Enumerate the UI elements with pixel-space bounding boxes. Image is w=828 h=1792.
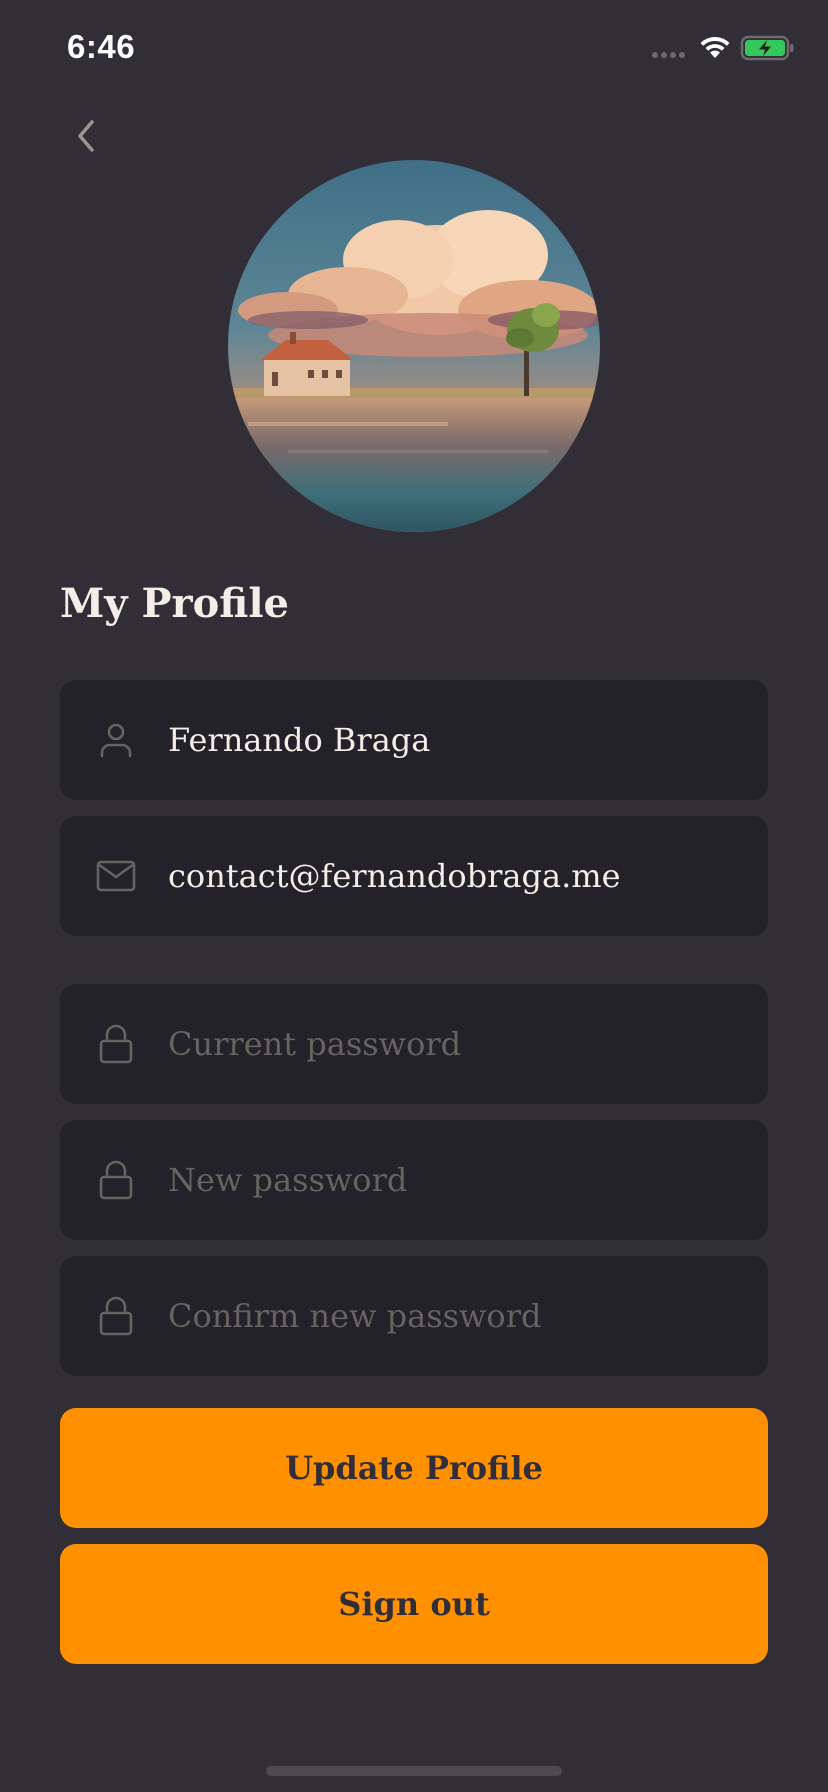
back-button[interactable] (64, 112, 108, 160)
lock-icon (96, 1024, 136, 1064)
mail-icon (96, 856, 136, 896)
name-input[interactable] (168, 680, 748, 800)
current-password-field[interactable] (60, 984, 768, 1104)
battery-charging-icon (740, 35, 794, 61)
confirm-password-field[interactable] (60, 1256, 768, 1376)
user-icon (96, 720, 136, 760)
sign-out-button[interactable]: Sign out (60, 1544, 768, 1664)
email-input[interactable] (168, 816, 748, 936)
confirm-password-input[interactable] (168, 1256, 748, 1376)
home-indicator (266, 1766, 562, 1776)
lock-icon (96, 1296, 136, 1336)
update-profile-button[interactable]: Update Profile (60, 1408, 768, 1528)
current-password-input[interactable] (168, 984, 748, 1104)
new-password-input[interactable] (168, 1120, 748, 1240)
avatar-image (228, 160, 600, 532)
cellular-signal-icon (652, 52, 685, 58)
chevron-left-icon (78, 120, 94, 152)
wifi-icon (700, 36, 730, 58)
page-title: My Profile (60, 580, 290, 627)
lock-icon (96, 1160, 136, 1200)
email-field[interactable] (60, 816, 768, 936)
new-password-field[interactable] (60, 1120, 768, 1240)
status-time: 6:46 (67, 28, 136, 65)
avatar[interactable] (228, 160, 600, 532)
name-field[interactable] (60, 680, 768, 800)
status-bar: 6:46 (0, 0, 828, 100)
